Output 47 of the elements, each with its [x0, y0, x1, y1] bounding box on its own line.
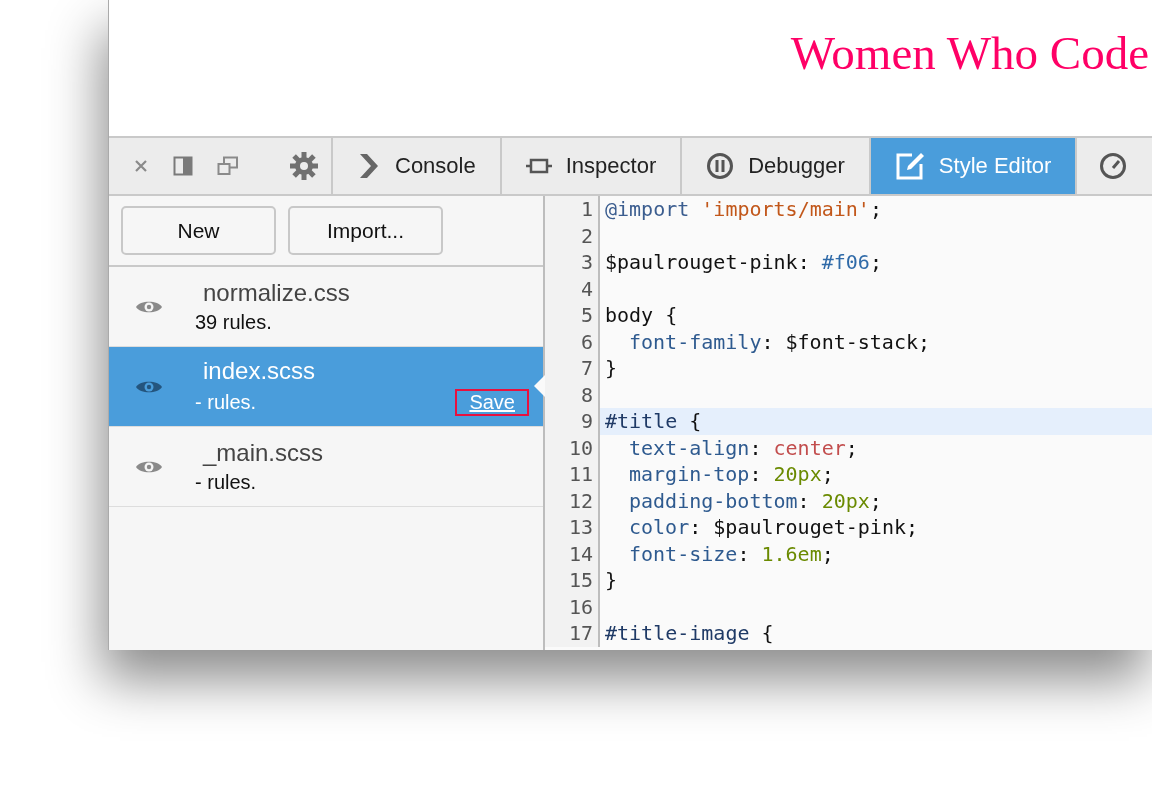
file-name: normalize.css: [203, 279, 351, 307]
code-line: #title-image {: [604, 620, 775, 647]
line-number: 4: [545, 275, 600, 302]
stylesheet-item[interactable]: _main.scss - rules.: [109, 427, 543, 507]
gauge-icon: [1099, 152, 1128, 180]
line-number: 14: [545, 540, 600, 567]
file-name: index.scss: [203, 357, 317, 385]
code-line: color: $paulrouget-pink;: [628, 514, 919, 541]
windows-icon[interactable]: [217, 156, 239, 176]
edit-icon: [894, 151, 925, 181]
file-name: _main.scss: [203, 439, 325, 467]
line-number: 12: [545, 487, 600, 514]
sidebar-button[interactable]: New: [121, 206, 276, 255]
line-number: 8: [545, 381, 600, 408]
line-number: 9: [545, 408, 600, 435]
code-line: text-align: center;: [628, 434, 859, 461]
line-number: 2: [545, 222, 600, 249]
line-number: 1: [545, 196, 600, 223]
line-number: 6: [545, 328, 600, 355]
line-number: 17: [545, 620, 600, 647]
code-line: @import 'imports/main';: [604, 196, 883, 223]
sidebar-button[interactable]: Import...: [288, 206, 443, 255]
line-number: 5: [545, 302, 600, 329]
line-number: 11: [545, 461, 600, 488]
dock-side-icon[interactable]: [173, 156, 193, 176]
code-line: $paulrouget-pink: #f06;: [604, 249, 883, 276]
line-number: 10: [545, 434, 600, 461]
settings-icon[interactable]: [289, 151, 319, 181]
chevron-icon: [357, 153, 381, 179]
code-line: font-family: $font-stack;: [628, 328, 932, 355]
line-number: 7: [545, 355, 600, 382]
code-line: }: [604, 355, 619, 382]
pause-icon: [706, 152, 735, 180]
line-number: 15: [545, 567, 600, 594]
rule-count: 39 rules.: [195, 311, 272, 334]
rule-count: - rules.: [195, 471, 257, 494]
code-line: }: [604, 567, 619, 594]
line-number: 13: [545, 514, 600, 541]
rule-count: - rules.: [195, 391, 257, 414]
code-line: padding-bottom: 20px;: [628, 487, 883, 514]
code-line: font-size: 1.6em;: [628, 540, 835, 567]
page-heading: Women Who Code: [790, 26, 1149, 80]
code-line: body {: [604, 302, 679, 329]
close-icon[interactable]: [133, 158, 149, 174]
line-number: 16: [545, 593, 600, 620]
line-number: 3: [545, 249, 600, 276]
code-line: margin-top: 20px;: [628, 461, 835, 488]
